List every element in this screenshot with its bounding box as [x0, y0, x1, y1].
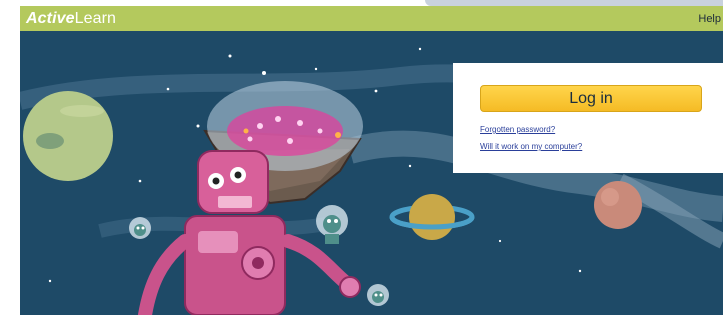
ringed-planet [409, 194, 455, 240]
alien-bubble [129, 217, 151, 239]
forgotten-password-link[interactable]: Forgotten password? [480, 125, 555, 134]
login-panel: Log in Forgotten password? Will it work … [453, 63, 723, 173]
alien-bubble [316, 205, 348, 244]
will-it-work-link[interactable]: Will it work on my computer? [480, 142, 582, 151]
log-in-button[interactable]: Log in [480, 85, 702, 112]
logo-learn: Learn [74, 9, 117, 27]
activelearn-logo[interactable]: ActiveLearn [20, 10, 116, 28]
green-planet [23, 91, 113, 181]
alien-bubble [367, 284, 389, 306]
red-planet [594, 181, 642, 229]
left-margin [0, 0, 20, 315]
logo-active: Active [26, 9, 75, 27]
app-header: ActiveLearn Help [20, 6, 723, 31]
help-link[interactable]: Help [698, 13, 723, 25]
